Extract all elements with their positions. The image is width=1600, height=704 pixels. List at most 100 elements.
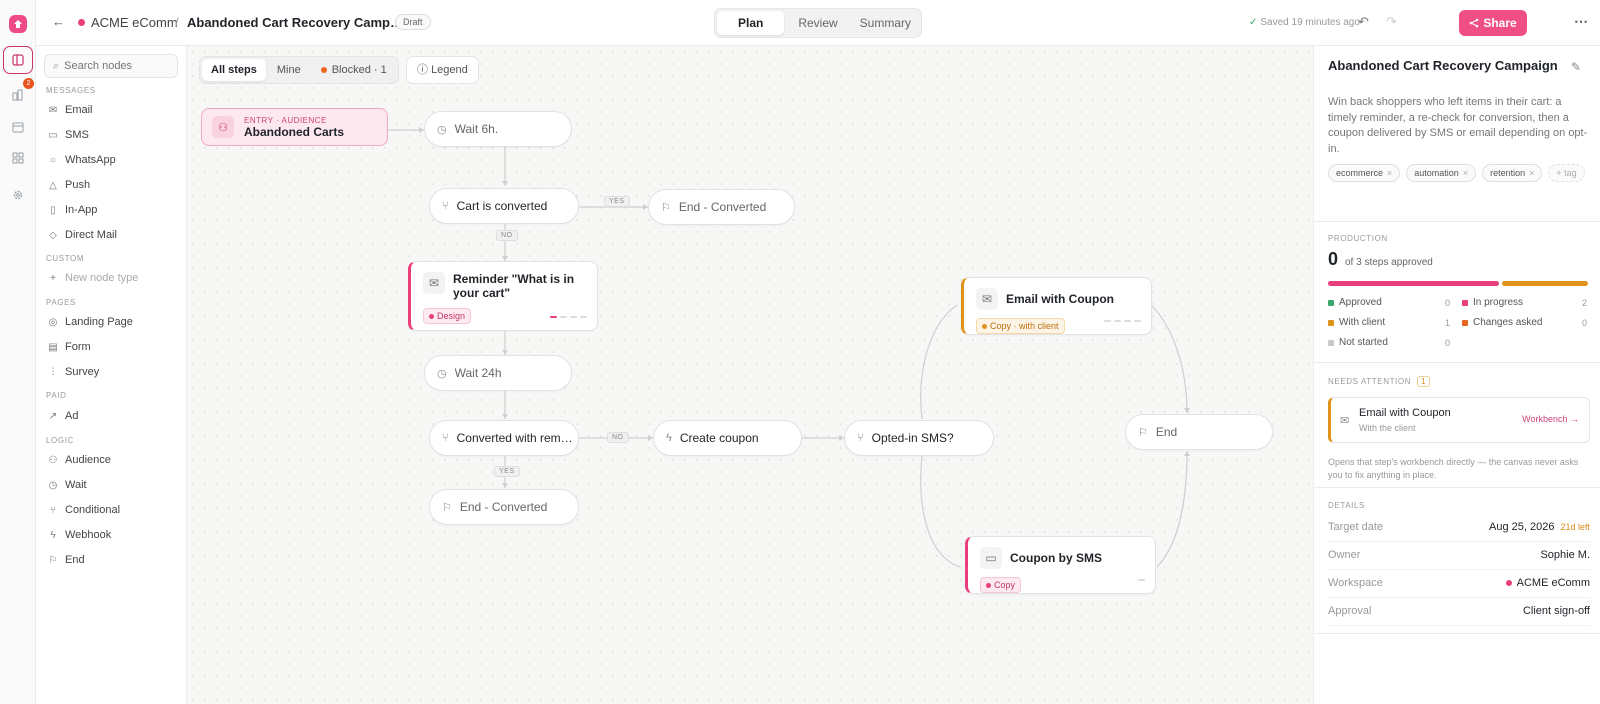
tab-summary[interactable]: Summary: [852, 11, 919, 35]
wait-node[interactable]: ◷ Wait 24h: [424, 355, 572, 391]
palette-item-landing-page[interactable]: ◎ Landing Page: [48, 316, 133, 328]
palette-item-sms[interactable]: ▭ SMS: [48, 129, 89, 141]
tab-review[interactable]: Review: [784, 11, 851, 35]
campaign-details-panel: Abandoned Cart Recovery Campaign ✎ Win b…: [1313, 46, 1600, 704]
palette-item-push[interactable]: △ Push: [48, 179, 90, 191]
palette-item-label: Audience: [65, 454, 111, 466]
approved-count: 0: [1328, 249, 1339, 269]
node-title: Reminder "What is in your cart": [453, 272, 575, 300]
status-swatch: [1328, 319, 1334, 326]
close-icon[interactable]: ×: [1529, 168, 1534, 178]
conditional-node[interactable]: ⑂ Converted with rem…: [429, 420, 579, 456]
palette-item-email[interactable]: ✉ Email: [48, 104, 93, 116]
palette-item-end[interactable]: ⚐ End: [48, 554, 85, 566]
calendar-icon[interactable]: [7, 116, 29, 138]
palette-item-new-node-type[interactable]: + New node type: [48, 272, 138, 284]
entry-audience-node[interactable]: ⚇ ENTRY · AUDIENCE Abandoned Carts: [201, 108, 388, 146]
palette-item-label: In-App: [65, 204, 98, 216]
end-node[interactable]: ⚐ End - Converted: [429, 489, 579, 525]
wait-node[interactable]: ◷ Wait 6h.: [424, 111, 572, 147]
redo-icon[interactable]: ↷: [1386, 14, 1397, 30]
add-tag-button[interactable]: + tag: [1548, 164, 1585, 182]
share-button[interactable]: Share: [1459, 10, 1527, 36]
edge-label-no: NO: [496, 230, 518, 241]
status-label: Not started: [1339, 337, 1388, 348]
conditional-node[interactable]: ⑂ Cart is converted: [429, 188, 579, 224]
attention-hint: Opens that step's workbench directly — t…: [1328, 457, 1579, 480]
campaigns-icon[interactable]: 2: [7, 78, 34, 106]
conditional-node[interactable]: ⑂ Opted-in SMS?: [844, 420, 994, 456]
edit-pencil-icon[interactable]: ✎: [1571, 60, 1581, 74]
app-logo-icon[interactable]: [9, 15, 27, 33]
tag-chip[interactable]: ecommerce ×: [1328, 164, 1401, 182]
search-icon: ⌕: [53, 59, 60, 72]
checkmark-icon: ✓: [1249, 17, 1258, 28]
palette-item-label: Push: [65, 179, 91, 191]
detail-value[interactable]: Sophie M.: [1540, 549, 1590, 561]
section-messages: MESSAGES: [46, 86, 96, 95]
search-input[interactable]: [64, 60, 165, 72]
palette-item-conditional[interactable]: ⑂ Conditional: [48, 504, 120, 516]
palette-item-direct-mail[interactable]: ◇ Direct Mail: [48, 229, 117, 241]
panel-title: Abandoned Cart Recovery Campaign: [1328, 58, 1558, 73]
form-icon: ▤: [48, 341, 58, 353]
more-options-icon[interactable]: ⋯: [1574, 13, 1588, 30]
email-node-coupon[interactable]: ✉ Email with Coupon Copy · with client: [961, 277, 1152, 335]
palette-item-whatsapp[interactable]: ○ WhatsApp: [48, 154, 116, 166]
grid-icon[interactable]: [7, 147, 29, 169]
entry-node-title: Abandoned Carts: [244, 124, 345, 139]
target-date-value: Aug 25, 2026: [1489, 521, 1555, 533]
tag-chip-label: retention: [1490, 168, 1526, 178]
breadcrumb-separator: /: [175, 15, 179, 30]
email-node-reminder[interactable]: ✉ Reminder "What is in your cart" Design: [408, 261, 598, 331]
box-icon: ◇: [49, 229, 57, 241]
sms-node-coupon[interactable]: ▭ Coupon by SMS Copy: [965, 536, 1156, 594]
status-tag: Copy · with client: [976, 318, 1065, 334]
attention-item[interactable]: ✉ Email with Coupon With the client Work…: [1328, 397, 1590, 443]
detail-value[interactable]: ACME eComm: [1505, 577, 1590, 589]
campaign-title[interactable]: Abandoned Cart Recovery Camp…: [187, 15, 403, 30]
palette-item-in-app[interactable]: ▯ In-App: [48, 204, 97, 216]
node-title: Wait 24h: [454, 366, 502, 380]
palette-item-ad[interactable]: ↗ Ad: [48, 410, 79, 422]
arrow-head: [1184, 451, 1190, 456]
node-title: Converted with rem…: [456, 431, 573, 445]
palette-item-survey[interactable]: ⫶ Survey: [48, 366, 100, 378]
end-node[interactable]: ⚐ End: [1125, 414, 1273, 450]
detail-value[interactable]: Client sign-off: [1523, 605, 1590, 617]
palette-item-webhook[interactable]: ϟ Webhook: [48, 529, 111, 541]
tag-dot: [986, 582, 991, 588]
approved-of-text: of 3 steps approved: [1345, 257, 1433, 268]
node-title: End - Converted: [678, 200, 767, 214]
detail-key: Approval: [1328, 605, 1372, 617]
workbench-link[interactable]: Workbench →: [1522, 414, 1579, 424]
status-swatch: [1462, 319, 1468, 326]
end-node[interactable]: ⚐ End - Converted: [648, 189, 795, 225]
webhook-node[interactable]: ϟ Create coupon: [653, 420, 802, 456]
close-icon[interactable]: ×: [1387, 168, 1392, 178]
attention-count-badge: 1: [1417, 376, 1431, 387]
palette-item-label: SMS: [65, 129, 89, 141]
chat-bubble-icon: ▭: [48, 129, 58, 141]
palette-item-label: Email: [65, 104, 93, 116]
breadcrumb-workspace[interactable]: ACME eComm: [91, 15, 178, 30]
panel-toggle-icon[interactable]: [3, 46, 33, 74]
palette-item-audience[interactable]: ⚇ Audience: [48, 454, 111, 466]
flag-icon: ⚐: [661, 201, 671, 214]
status-tag: Copy: [980, 577, 1022, 593]
branch-icon: ⑂: [442, 432, 449, 444]
tab-plan[interactable]: Plan: [717, 11, 785, 35]
flow-canvas[interactable]: All steps Mine Blocked · 1 ⓘ Legend YES …: [187, 46, 1313, 704]
entry-node-label: ENTRY · AUDIENCE: [244, 115, 327, 125]
edge-opted-email: [920, 304, 958, 420]
tag-chip[interactable]: retention ×: [1482, 164, 1543, 182]
close-icon[interactable]: ×: [1463, 168, 1468, 178]
undo-icon[interactable]: ↶: [1358, 14, 1369, 30]
detail-row-target-date: Target date Aug 25, 2026 21d left: [1328, 514, 1590, 542]
palette-item-form[interactable]: ▤ Form: [48, 341, 90, 353]
tag-chip[interactable]: automation ×: [1406, 164, 1477, 182]
back-arrow-icon[interactable]: ←: [52, 14, 65, 29]
settings-gear-icon[interactable]: [7, 184, 29, 206]
palette-item-wait[interactable]: ◷ Wait: [48, 479, 87, 491]
status-count: 0: [1582, 318, 1588, 328]
